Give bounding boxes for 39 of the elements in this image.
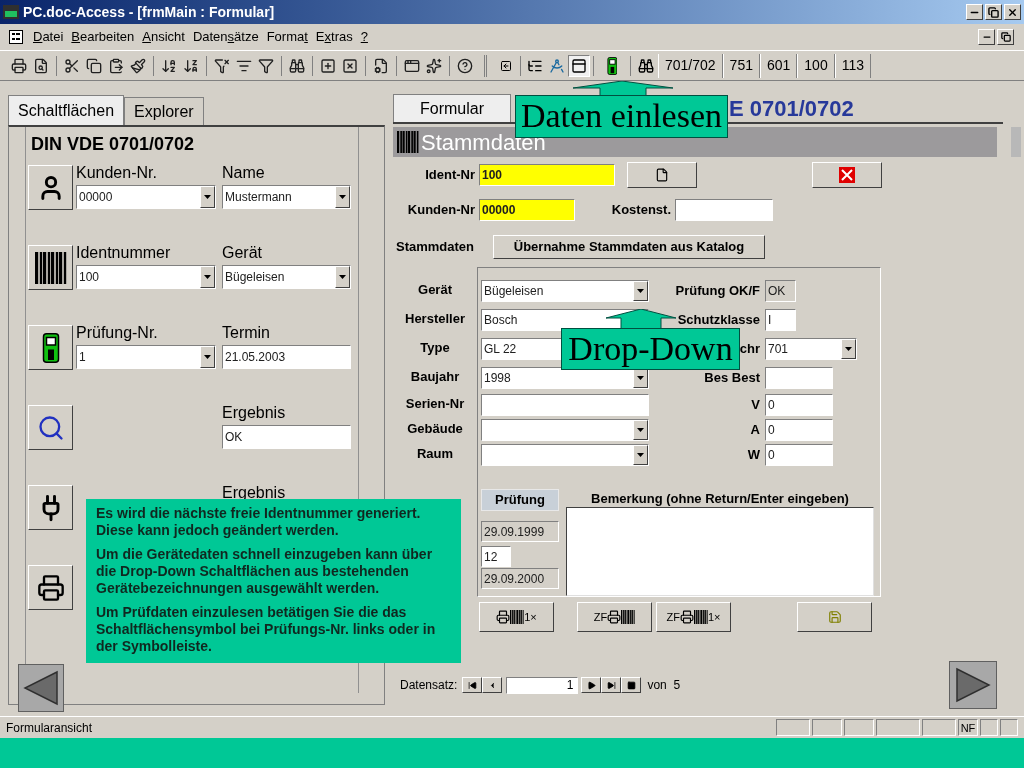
help-paragraph: Um Prüfdaten einzulesen betätigen Sie die das Schaltflächensymbol bei Prüfungs-Nr. links oder in der Symbolleiste. [96,604,437,655]
status-indicator: NF [958,719,978,736]
panel-title: DIN VDE 0701/0702 [30,133,196,156]
field-label: Ergebnis [222,483,287,503]
field-label: Raum [416,444,454,463]
field-label: Gerät [418,280,452,299]
help-paragraph: Um die Gerätedaten schnell einzugeben kann über die Drop-Down Schaltflächen aus bestehenden Gerätebezeichnungen ausgewählt werden. [96,546,434,597]
field-label: Baujahr [410,367,460,386]
field-label: Stammdaten [395,238,476,257]
field-label: Termin [222,323,271,343]
field-label: Hersteller [405,309,465,328]
annotation-tooltip: Drop-Down [561,328,740,370]
annotation-tooltip: Daten einlesen [515,95,728,138]
field-label: Ident-Nr [424,166,476,185]
field-label: Schutzklasse [676,310,761,329]
field-label: Type [420,338,450,357]
window-title: PC.doc-Access - [frmMain : Formular] [23,2,275,22]
field-label: Bemerkung (ohne Return/Enter eingeben) [590,490,850,505]
status-text: Formularansicht [6,719,94,737]
field-label: Gerät [222,243,263,263]
column-header: Prüfung [481,489,559,511]
help-paragraph: Es wird die nächste freie Identnummer generiert. Diese kann jedoch geändert werden. [96,505,422,539]
field-label: Gebäude [407,419,463,438]
record-label: Datensatz: [400,677,458,694]
field-label: Identnummer [76,243,172,263]
field-label: Prüfung-Nr. [76,323,159,343]
field-label: Bes Best [703,368,761,387]
field-label: V [750,395,761,414]
field-label: A [749,420,761,439]
field-label: Name [222,163,266,183]
field-label: Kostenst. [610,201,672,220]
record-count: von 5 [647,677,681,694]
field-label: Serien-Nr [405,394,465,413]
field-label: Kunden-Nr. [76,163,158,183]
field-label: Kunden-Nr [406,201,476,220]
field-label: Prüfung OK/F [674,281,761,300]
field-label: Ergebnis [222,403,287,423]
form-heading: E 0701/0702 [729,94,854,123]
field-label: W [746,445,761,464]
